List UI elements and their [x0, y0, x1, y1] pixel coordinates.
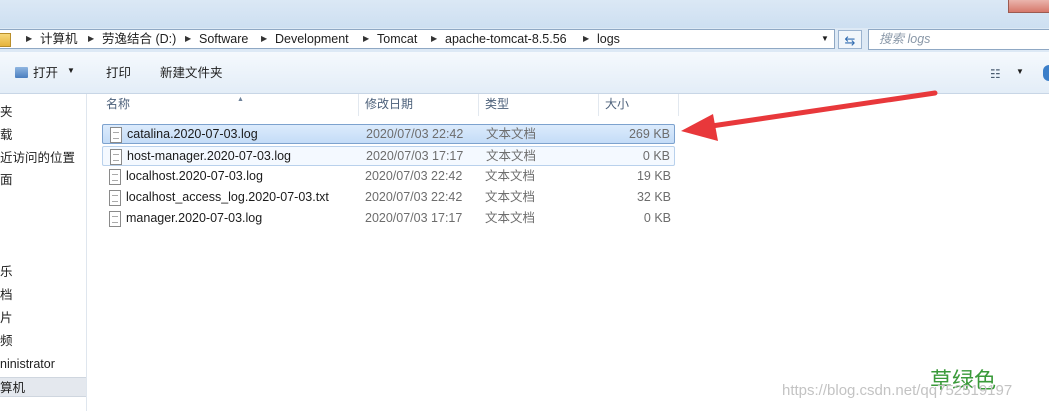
annotation-arrow-head [681, 114, 718, 141]
watermark-url: https://blog.csdn.net/qq752519197 [782, 382, 1013, 399]
annotation-arrow-overlay [681, 90, 938, 141]
annotation-arrow-shaft [702, 90, 938, 130]
